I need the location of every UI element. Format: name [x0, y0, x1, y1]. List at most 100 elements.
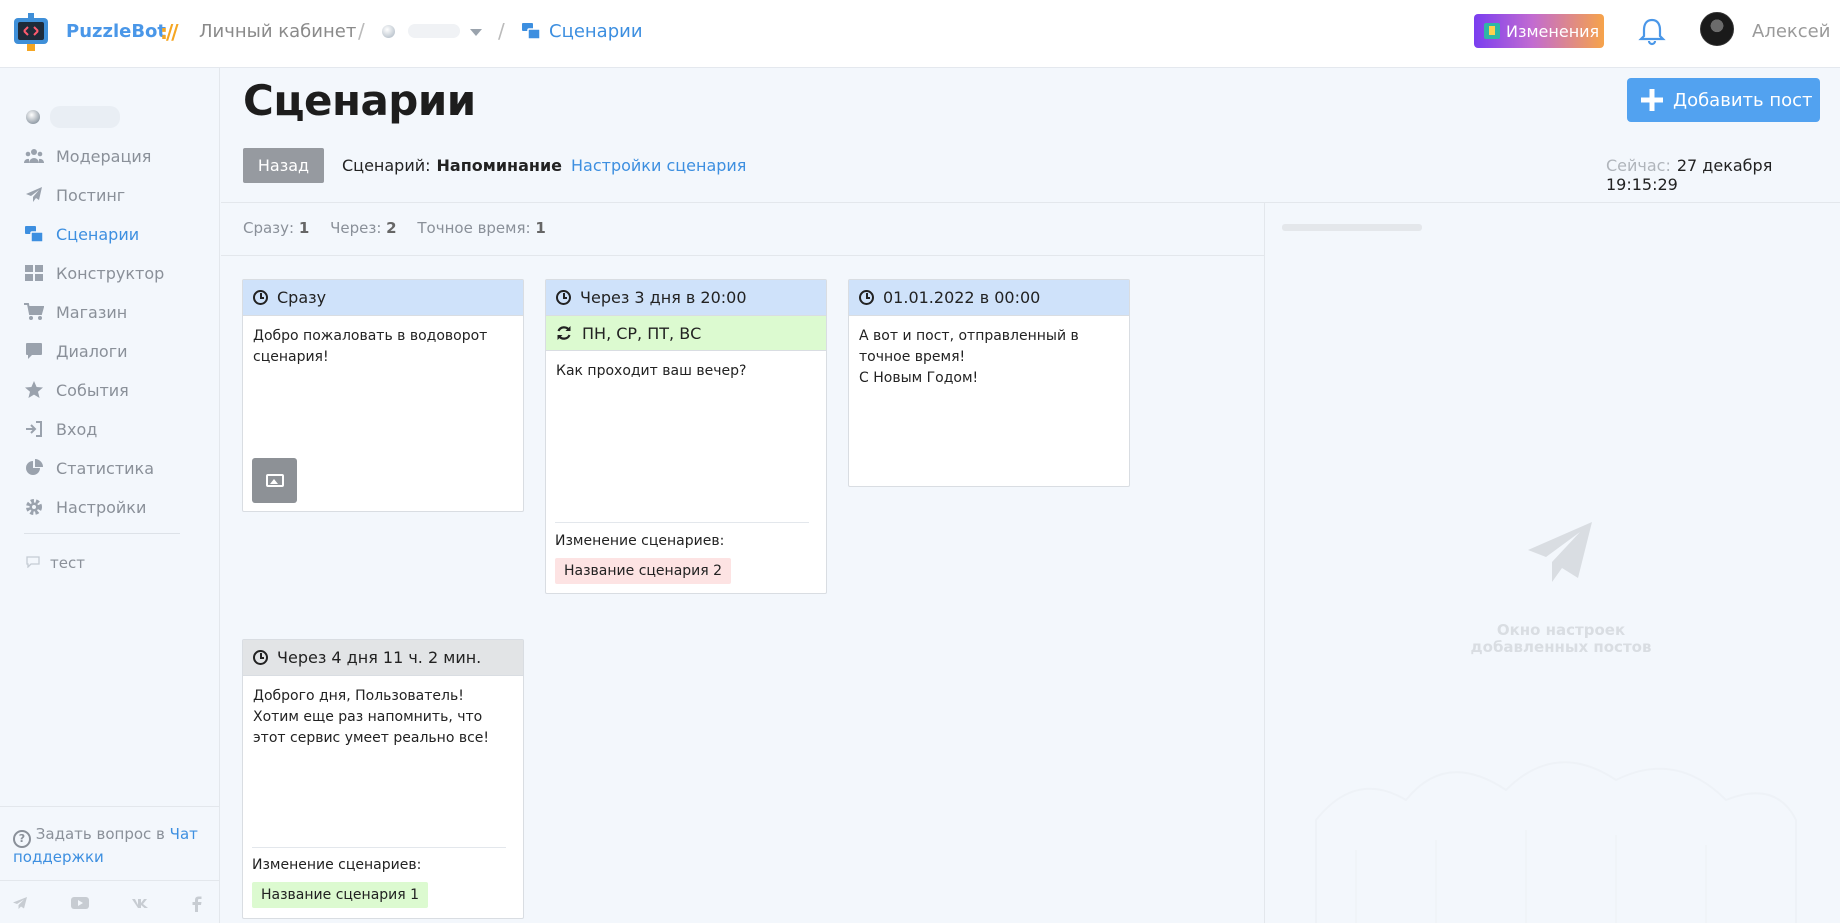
decorative-background-illustration — [1315, 761, 1797, 923]
paper-plane-icon — [24, 185, 44, 205]
sidebar-item-statistics[interactable]: Статистика — [24, 456, 154, 480]
bell-icon[interactable] — [1637, 16, 1667, 46]
clock-icon — [253, 290, 268, 305]
scenario-label: Сценарий: Напоминание — [342, 156, 562, 175]
sidebar-item-settings[interactable]: Настройки — [24, 495, 146, 519]
scenario-change-label: Изменение сценариев: — [555, 533, 725, 549]
post-card[interactable]: 01.01.2022 в 00:00 А вот и пост, отправл… — [848, 279, 1130, 487]
brand-name[interactable]: PuzzleBot — [66, 21, 166, 42]
card-divider — [252, 847, 506, 848]
count-after-label: Через: — [330, 219, 382, 237]
bot-avatar-icon — [382, 25, 395, 38]
scenario-label-text: Сценарий: — [342, 156, 431, 175]
sidebar-item-moderation[interactable]: Модерация — [24, 144, 151, 168]
scenarios-icon — [24, 224, 44, 244]
support-label: Задать вопрос в — [35, 825, 170, 843]
post-card-header: Через 3 дня в 20:00 — [546, 280, 826, 316]
post-card-text: Добро пожаловать в водоворот сценария! — [253, 328, 488, 365]
question-icon: ? — [13, 829, 31, 848]
sidebar-item-label: Диалоги — [56, 341, 128, 361]
image-icon[interactable] — [252, 458, 297, 503]
post-counts: Сразу: 1 Через: 2 Точное время: 1 — [243, 219, 562, 237]
sidebar-item-label: Настройки — [56, 497, 147, 517]
count-exact-label: Точное время: — [417, 219, 531, 237]
breadcrumb-scenarios[interactable]: Сценарии — [549, 21, 643, 42]
chevron-down-icon[interactable] — [470, 29, 482, 36]
post-card[interactable]: Через 4 дня 11 ч. 2 мин. Доброго дня, По… — [242, 639, 524, 919]
clock-icon — [556, 290, 571, 305]
sidebar-item-posting[interactable]: Постинг — [24, 183, 125, 207]
post-card-header: Через 4 дня 11 ч. 2 мин. — [243, 640, 523, 676]
sidebar-item-label: Статистика — [56, 458, 154, 478]
facebook-icon[interactable] — [192, 896, 202, 912]
sidebar: Модерация Постинг Сценарии Конструктор М… — [0, 68, 220, 923]
post-card-text: Как проходит ваш вечер? — [556, 363, 747, 379]
social-links — [12, 896, 202, 912]
current-time: Сейчас: 27 декабря 19:15:29 — [1606, 156, 1840, 194]
vk-icon[interactable] — [131, 896, 149, 910]
back-button[interactable]: Назад — [243, 148, 324, 183]
post-card-repeat: ПН, СР, ПТ, ВС — [546, 316, 826, 351]
sidebar-item-test[interactable]: тест — [26, 554, 85, 572]
changes-icon — [1484, 23, 1500, 39]
scenario-chip[interactable]: Название сценария 1 — [252, 882, 429, 908]
scenario-change-label: Изменение сценариев: — [252, 857, 422, 873]
count-after-value: 2 — [386, 219, 397, 237]
sidebar-item-events[interactable]: События — [24, 378, 129, 402]
sidebar-divider — [0, 880, 220, 881]
sidebar-item-label: Конструктор — [56, 263, 165, 283]
pie-chart-icon — [24, 458, 44, 478]
post-card-timing: 01.01.2022 в 00:00 — [883, 288, 1041, 307]
loading-bar — [1282, 224, 1422, 231]
sidebar-item-scenarios[interactable]: Сценарии — [24, 222, 139, 246]
brand-separator: :// — [160, 20, 179, 44]
divider — [221, 255, 1265, 256]
scenarios-icon — [522, 23, 541, 40]
count-immediate-label: Сразу: — [243, 219, 295, 237]
post-card-timing: Сразу — [277, 288, 327, 307]
sidebar-item-dialogs[interactable]: Диалоги — [24, 339, 128, 363]
scenario-settings-link[interactable]: Настройки сценария — [571, 156, 746, 175]
star-icon — [24, 380, 44, 400]
breadcrumb-cabinet[interactable]: Личный кабинет — [199, 21, 356, 42]
sidebar-item-label: Магазин — [56, 302, 128, 322]
plus-icon — [1641, 88, 1663, 112]
post-card[interactable]: Сразу Добро пожаловать в водоворот сцена… — [242, 279, 524, 512]
bot-name-blurred[interactable] — [408, 24, 460, 38]
post-card[interactable]: Через 3 дня в 20:00 ПН, СР, ПТ, ВС Как п… — [545, 279, 827, 594]
add-post-label: Добавить пост — [1673, 89, 1813, 111]
sidebar-divider — [0, 806, 220, 807]
sidebar-item-constructor[interactable]: Конструктор — [24, 261, 164, 285]
changes-button[interactable]: Изменения — [1474, 14, 1604, 48]
changes-label: Изменения — [1506, 21, 1600, 41]
sidebar-item-label: События — [56, 380, 129, 400]
post-card-header: 01.01.2022 в 00:00 — [849, 280, 1129, 316]
divider — [221, 202, 1840, 203]
youtube-icon[interactable] — [70, 896, 89, 910]
username[interactable]: Алексей — [1752, 21, 1830, 42]
refresh-icon — [557, 326, 571, 340]
users-icon — [24, 146, 44, 166]
top-bar: PuzzleBot :// Личный кабинет / / Сценари… — [0, 0, 1840, 68]
sign-in-icon — [24, 419, 44, 439]
add-post-button[interactable]: Добавить пост — [1627, 78, 1820, 122]
user-avatar[interactable] — [1700, 12, 1734, 46]
bot-name-blurred[interactable] — [50, 106, 120, 128]
count-immediate-value: 1 — [298, 219, 310, 237]
post-card-text: Доброго дня, Пользователь! Хотим еще раз… — [253, 688, 490, 746]
sidebar-item-shop[interactable]: Магазин — [24, 300, 127, 324]
current-time-label: Сейчас: — [1606, 156, 1671, 175]
puzzlebot-logo[interactable] — [12, 12, 50, 52]
telegram-icon[interactable] — [12, 896, 28, 910]
post-card-timing: Через 4 дня 11 ч. 2 мин. — [277, 648, 482, 667]
chat-icon — [24, 341, 44, 361]
breadcrumb-slash: / — [498, 19, 505, 43]
sidebar-test-label: тест — [50, 554, 85, 572]
sidebar-item-login[interactable]: Вход — [24, 417, 97, 441]
scenario-chip[interactable]: Название сценария 2 — [555, 558, 732, 584]
post-card-header: Сразу — [243, 280, 523, 316]
sidebar-item-label: Модерация — [56, 146, 152, 166]
bot-avatar-icon — [26, 110, 40, 124]
sidebar-divider — [24, 533, 180, 534]
breadcrumb-slash: / — [358, 19, 365, 43]
